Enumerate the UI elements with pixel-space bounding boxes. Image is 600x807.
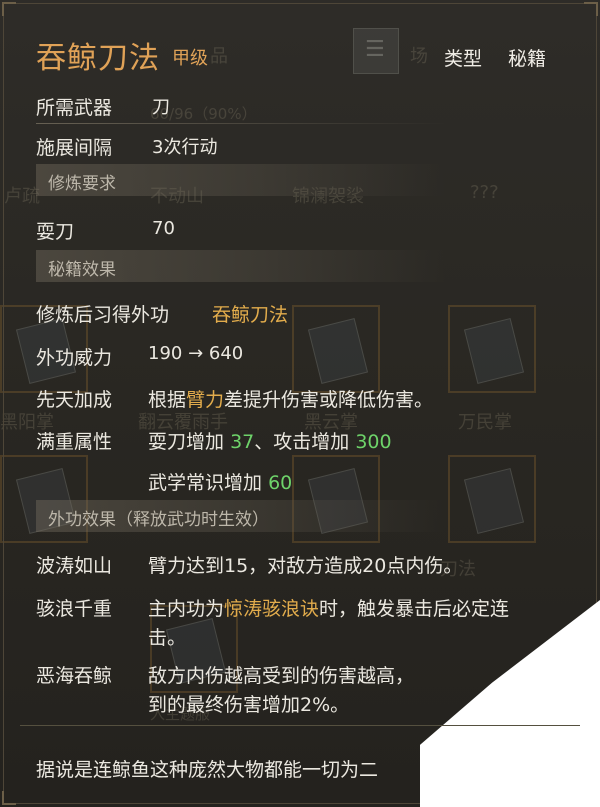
divider [20, 725, 580, 726]
frame-corner [2, 791, 16, 805]
learn-value: 吞鲸刀法 [212, 304, 289, 326]
external-effect-text: 击。 [148, 627, 187, 649]
full-weight-label: 满重属性 [36, 431, 113, 453]
requirement-value: 70 [152, 218, 175, 239]
stat-number: 60 [268, 472, 293, 494]
requirement-label: 耍刀 [36, 221, 75, 243]
interval-label: 施展间隔 [36, 137, 113, 159]
external-effect-label: 骇浪千重 [36, 598, 113, 620]
full-weight-value-2: 武学常识增加 60 [148, 472, 293, 494]
external-header: 外功效果（释放武功时生效） [36, 500, 446, 532]
innate-value: 根据臂力差提升伤害或降低伤害。 [148, 389, 434, 411]
external-effect-text: 到的最终伤害增加2%。 [148, 694, 350, 716]
external-title: 外功效果（释放武功时生效） [48, 510, 269, 530]
type-value: 秘籍 [508, 48, 547, 70]
effects-header: 秘籍效果 [36, 250, 446, 282]
interval-value: 3次行动 [152, 137, 218, 158]
innate-attribute: 臂力 [186, 389, 225, 411]
skill-name: 吞鲸刀法 [36, 41, 160, 76]
external-effect-text: 臂力达到15，对敌方造成20点内伤。 [148, 555, 463, 577]
external-effect-text: 敌方内伤越高受到的伤害越高， [148, 665, 415, 687]
requirements-header: 修炼要求 [36, 164, 446, 196]
frame-corner [2, 2, 16, 16]
effects-title: 秘籍效果 [48, 260, 116, 280]
innate-label: 先天加成 [36, 389, 113, 411]
requirements-title: 修炼要求 [48, 174, 116, 194]
skill-grade: 甲级 [172, 48, 208, 69]
stat-number: 300 [355, 431, 392, 453]
frame-corner [584, 2, 598, 16]
stat-number: 37 [230, 431, 255, 453]
full-weight-value: 耍刀增加 37、攻击增加 300 [148, 431, 392, 453]
external-effect-label: 恶海吞鲸 [36, 665, 113, 687]
divider [36, 123, 446, 124]
inner-skill-name: 惊涛骇浪诀 [224, 598, 320, 620]
type-label: 类型 [444, 48, 483, 70]
external-effect-label: 波涛如山 [36, 555, 113, 577]
power-value: 190 → 640 [148, 343, 244, 364]
skill-tooltip: 品 场 60/96（90%） 卢疏 不动山 锦澜袈裟 ??? 黑阳掌 翻云覆雨手… [0, 0, 600, 807]
power-label: 外功威力 [36, 347, 113, 369]
lore-text: 据说是连鲸鱼这种庞然大物都能一切为二 [36, 759, 379, 781]
weapon-label: 所需武器 [36, 97, 113, 119]
external-effect-text: 主内功为惊涛骇浪诀时，触发暴击后必定连 [148, 598, 510, 620]
weapon-value: 刀 [152, 97, 170, 118]
learn-label: 修炼后习得外功 [36, 304, 170, 326]
